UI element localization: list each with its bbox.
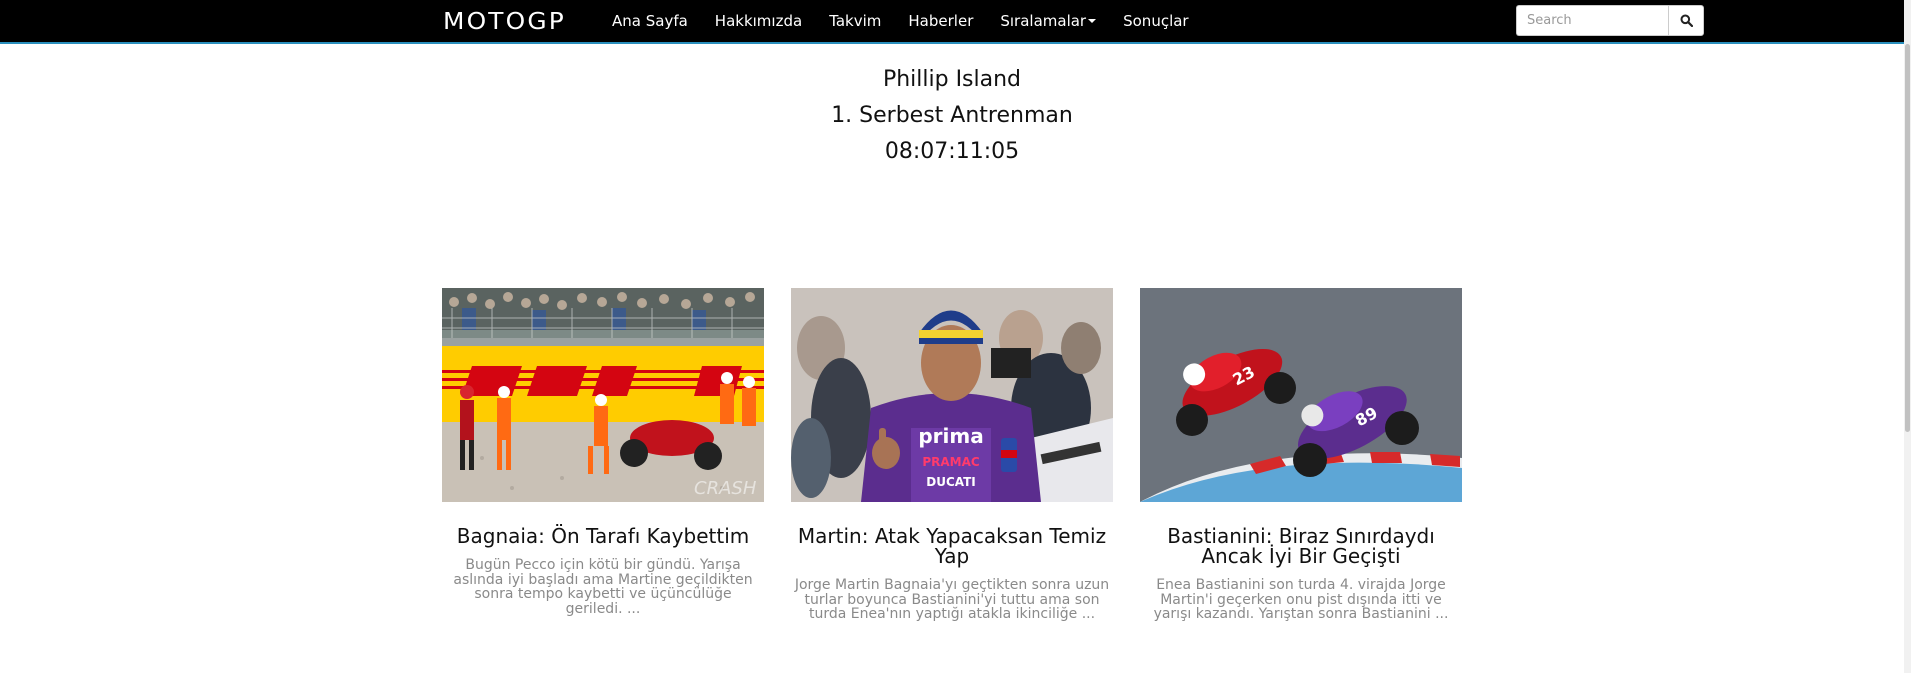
scrollbar-thumb[interactable] bbox=[1905, 44, 1910, 432]
news-card-title[interactable]: Bagnaia: Ön Tarafı Kaybettim bbox=[442, 526, 764, 546]
news-card[interactable]: 23 89 Bastianini: Biraz Sınırdaydı Ancak… bbox=[1140, 288, 1462, 622]
news-card[interactable]: prima PRAMAC DUCATI Martin: Atak Yapacak… bbox=[791, 288, 1113, 622]
search-button[interactable] bbox=[1668, 5, 1704, 36]
nav-link-results[interactable]: Sonuçlar bbox=[1123, 12, 1189, 30]
search-form bbox=[1516, 5, 1704, 36]
top-navbar: MOTOGP Ana Sayfa Hakkımızda Takvim Haber… bbox=[0, 0, 1911, 44]
news-card-excerpt: Enea Bastianini son turda 4. virajda Jor… bbox=[1153, 577, 1449, 622]
news-card-excerpt: Bugün Pecco için kötü bir gündü. Yarışa … bbox=[453, 557, 753, 617]
nav-dropdown-standings-label: Sıralamalar bbox=[1000, 12, 1087, 30]
news-card[interactable]: CRASH Bagnaia: Ön Tarafı Kaybettim Bugün… bbox=[442, 288, 764, 616]
nav-menu: Ana Sayfa Hakkımızda Takvim Haberler Sır… bbox=[612, 0, 1216, 42]
session-name: 1. Serbest Antrenman bbox=[831, 103, 1073, 128]
sponsor-text: prima bbox=[918, 424, 983, 448]
nav-dropdown-standings[interactable]: Sıralamalar bbox=[1000, 12, 1097, 30]
sponsor-text: DUCATI bbox=[926, 475, 976, 489]
nav-link-news[interactable]: Haberler bbox=[908, 12, 973, 30]
news-card-title[interactable]: Martin: Atak Yapacaksan Temiz Yap bbox=[791, 526, 1113, 566]
rider-portrait-image: prima PRAMAC DUCATI bbox=[791, 288, 1113, 502]
page-scrollbar[interactable] bbox=[1904, 0, 1911, 673]
news-card-excerpt: Jorge Martin Bagnaia'yı geçtikten sonra … bbox=[794, 577, 1110, 622]
nav-link-calendar[interactable]: Takvim bbox=[829, 12, 881, 30]
news-card-image[interactable]: CRASH bbox=[442, 288, 764, 502]
search-icon bbox=[1680, 14, 1693, 27]
crash-scene-image: CRASH bbox=[442, 288, 764, 502]
nav-link-home[interactable]: Ana Sayfa bbox=[612, 12, 688, 30]
news-card-title[interactable]: Bastianini: Biraz Sınırdaydı Ancak İyi B… bbox=[1140, 526, 1462, 566]
news-card-image[interactable]: 23 89 bbox=[1140, 288, 1462, 502]
watermark-text: CRASH bbox=[694, 478, 757, 499]
caret-down-icon bbox=[1088, 19, 1097, 23]
brand-logo[interactable]: MOTOGP bbox=[443, 9, 566, 35]
session-countdown: 08:07:11:05 bbox=[884, 139, 1020, 164]
race-action-image: 23 89 bbox=[1140, 288, 1462, 502]
next-session-info: Phillip Island 1. Serbest Antrenman 08:0… bbox=[0, 62, 1904, 170]
nav-link-about[interactable]: Hakkımızda bbox=[715, 12, 802, 30]
sponsor-text: PRAMAC bbox=[922, 455, 980, 469]
search-input[interactable] bbox=[1516, 5, 1668, 36]
session-location: Phillip Island bbox=[882, 67, 1022, 92]
news-card-image[interactable]: prima PRAMAC DUCATI bbox=[791, 288, 1113, 502]
